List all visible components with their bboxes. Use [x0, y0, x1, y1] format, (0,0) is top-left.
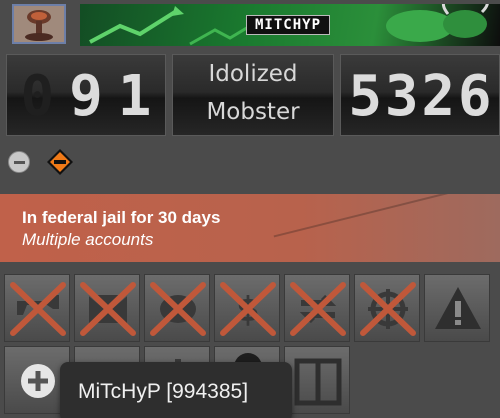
- user-tooltip: MiTcHyP [994385]: [60, 362, 292, 418]
- attack-icon: [10, 282, 66, 336]
- message-button[interactable]: [74, 274, 140, 342]
- age-digit: 3: [384, 63, 419, 129]
- age-digit: 5: [348, 63, 383, 129]
- status-icons: [8, 148, 88, 176]
- send-money-button[interactable]: $: [214, 274, 280, 342]
- report-icon: [435, 287, 481, 329]
- compare-button[interactable]: [284, 346, 350, 414]
- age-digit: 2: [421, 63, 456, 129]
- attack-button[interactable]: [4, 274, 70, 342]
- jail-reason: Multiple accounts: [22, 230, 154, 249]
- report-button[interactable]: [424, 274, 490, 342]
- bounty-icon: [360, 282, 416, 336]
- age-counter: 5 3 2 6: [340, 54, 500, 136]
- banner-name: MITCHYP: [246, 15, 331, 35]
- level-counter: 0 9 1: [6, 54, 166, 136]
- trade-button[interactable]: [284, 274, 350, 342]
- profile-card: MITCHYP 0 9 1 Idolized Mobster 5 3 2 6 I…: [0, 0, 500, 418]
- compare-icon: [294, 358, 342, 406]
- level-digit: 9: [69, 63, 103, 129]
- rank-line-2: Mobster: [206, 99, 300, 125]
- warning-diamond-icon[interactable]: [46, 148, 74, 176]
- age-digit: 6: [457, 63, 492, 129]
- bounty-button[interactable]: [354, 274, 420, 342]
- send-money-icon: $: [220, 282, 276, 336]
- bust-icon: [150, 282, 206, 336]
- mushroom-cloud-icon: [14, 6, 64, 42]
- level-digit: 1: [117, 63, 152, 129]
- bust-button[interactable]: [144, 274, 210, 342]
- profile-banner: MITCHYP: [80, 4, 500, 46]
- counter-row: 0 9 1 Idolized Mobster 5 3 2 6: [6, 54, 500, 136]
- avatar[interactable]: [12, 4, 66, 44]
- minus-circle-icon[interactable]: [8, 151, 30, 173]
- message-icon: [80, 282, 136, 336]
- trade-icon: [290, 282, 346, 336]
- rank-line-1: Idolized: [208, 61, 298, 87]
- level-digit: 0: [20, 63, 55, 129]
- jail-title: In federal jail for 30 days: [22, 208, 221, 227]
- rank-panel: Idolized Mobster: [172, 54, 334, 136]
- jail-status-banner: In federal jail for 30 days Multiple acc…: [0, 194, 500, 262]
